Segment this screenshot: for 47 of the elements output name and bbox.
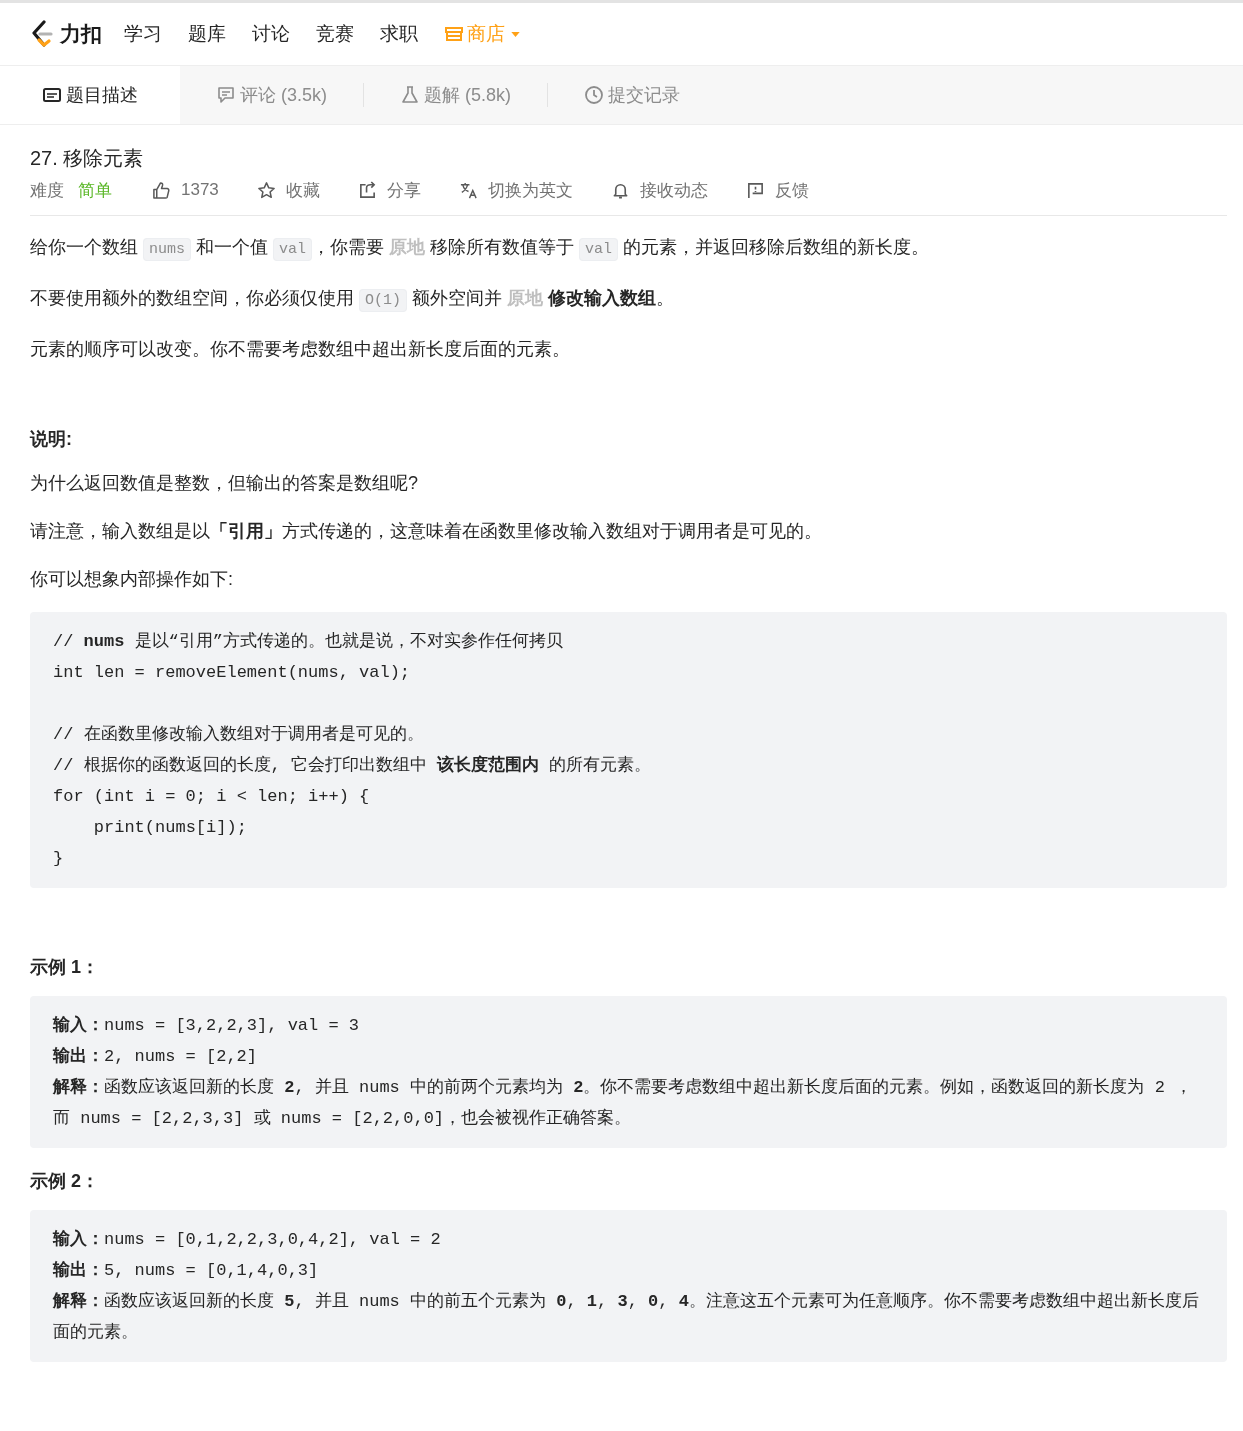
store-icon — [444, 24, 464, 44]
share-icon — [357, 180, 377, 200]
inline-code: val — [579, 238, 619, 261]
inline-code: O(1) — [359, 289, 408, 312]
nav-link[interactable]: 求职 — [380, 21, 418, 47]
action-button[interactable]: 1373 — [152, 180, 219, 200]
inline-code: val — [273, 238, 313, 261]
paragraph: 请注意，输入数组是以「引用」方式传递的，这意味着在函数里修改输入数组对于调用者是可见的。 — [30, 520, 823, 543]
tab[interactable]: 题解 (5.8k) — [364, 66, 548, 124]
action-button[interactable]: 分享 — [357, 178, 421, 202]
card-icon — [42, 85, 62, 105]
nav-link[interactable]: 学习 — [124, 21, 162, 47]
paragraph: 不要使用额外的数组空间，你必须仅使用 O(1) 额外空间并 原地 修改输入数组。 — [30, 283, 1227, 316]
paragraph: 你可以想象内部操作如下: — [30, 568, 234, 591]
flag-icon — [745, 180, 765, 200]
tab[interactable]: 评论 (3.5k) — [180, 66, 363, 124]
section-heading: 示例 2： — [30, 1170, 100, 1193]
nav-link[interactable]: 题库 — [188, 21, 226, 47]
star-icon — [256, 180, 276, 200]
logo-text[interactable]: 力扣 — [60, 20, 102, 48]
caret-icon — [511, 31, 520, 37]
nav-link[interactable]: 讨论 — [252, 21, 290, 47]
paragraph: 元素的顺序可以改变。你不需要考虑数组中超出新长度后面的元素。 — [30, 338, 571, 361]
difficulty-label: 难度 — [30, 179, 64, 202]
code-block: 输入：nums = [0,1,2,2,3,0,4,2], val = 2 输出：5, nums = [0,1,4,0,3] 解释：函数应该返回新的长度 5, 并且 nums 中的前五个元素为 0,1, 3,0,4。注意这五个元素可为任意顺序。你不需要考虑数组中超出新长度后面的元素。 — [30, 1210, 1227, 1362]
paragraph: 给你一个数组 nums 和一个值 val ，你需要 原地 移除所有数值等于 val 的元素，并返回移除后数组的新长度。 — [30, 232, 1227, 265]
flask-icon — [400, 85, 420, 105]
action-button[interactable]: 接收动态 — [610, 178, 708, 202]
problem-title: 27. 移除元素 — [30, 146, 145, 171]
code-block: // nums 是以“引用”方式传递的。也就是说，不对实参作任何拷贝 int len = removeElement(nums, val); // 在函数里修改输入数组对于调用者是可见的。 // 根据你的函数返回的长度, 它会打印出数组中 该长度范围内 的所有元素。 for (int i = 0; i < len; i++) { print(nums[i]); } — [30, 612, 1227, 888]
tab[interactable]: 提交记录 — [548, 66, 717, 124]
paragraph: 为什么返回数值是整数，但输出的答案是数组呢? — [30, 472, 419, 495]
logo-icon[interactable] — [30, 20, 54, 48]
inline-code: nums — [143, 238, 192, 261]
section-heading: 说明: — [30, 428, 73, 451]
thumbs-up-icon — [152, 180, 171, 200]
comment-icon — [216, 85, 236, 105]
action-button[interactable]: 反馈 — [745, 178, 809, 202]
clock-icon — [584, 85, 605, 105]
translate-icon — [458, 180, 478, 200]
nav-link[interactable]: 竞赛 — [316, 21, 354, 47]
code-block: 输入：nums = [3,2,2,3], val = 3 输出：2, nums = [2,2] 解释：函数应该返回新的长度 2, 并且 nums 中的前两个元素均为 2。你不需要考虑数组中超出新长度后面的元素。例如，函数返回的新长度为 2 ，而 nums = [2,2,3,3] 或 nums = [2,2,0,0]，也会被视作正确答案。 — [30, 996, 1227, 1148]
section-heading: 示例 1： — [30, 956, 100, 979]
action-button[interactable]: 收藏 — [256, 178, 320, 202]
difficulty-value: 简单 — [78, 179, 112, 202]
action-button[interactable]: 切换为英文 — [458, 178, 573, 202]
tab[interactable]: 题目描述 — [0, 66, 180, 124]
